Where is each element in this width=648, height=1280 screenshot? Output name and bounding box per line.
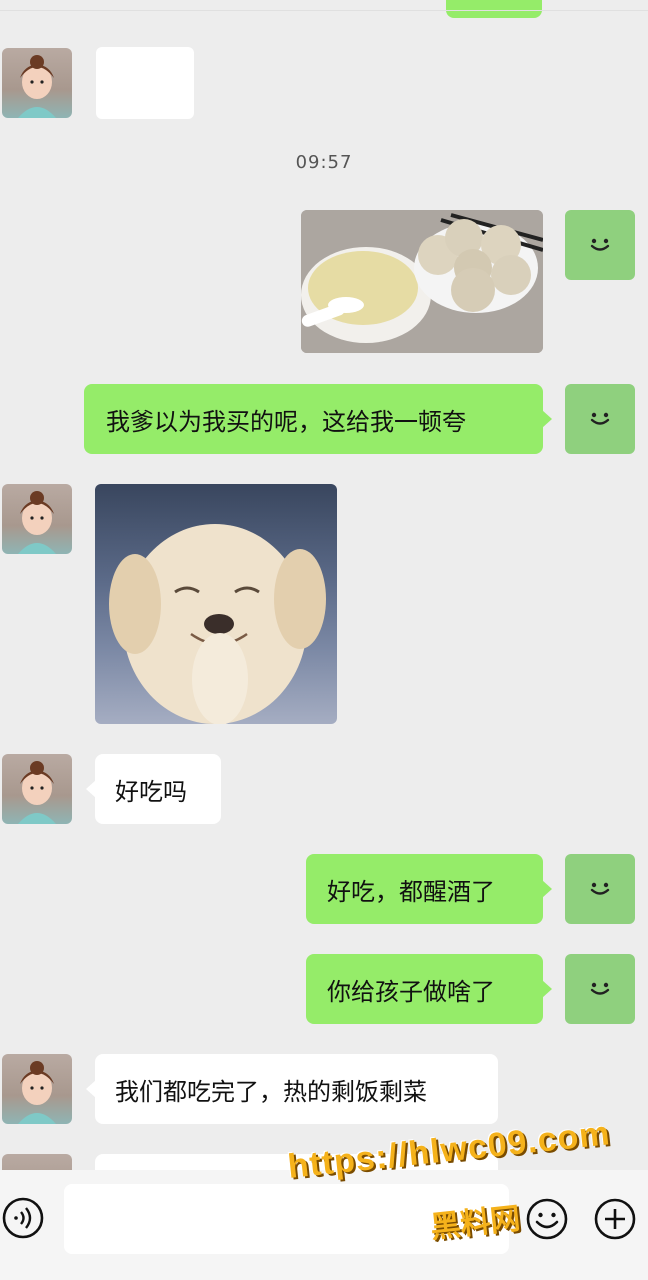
message-text: 我爹以为我买的呢，这给我一顿夸: [106, 407, 466, 436]
girl-avatar-icon: [18, 491, 56, 554]
contact-avatar[interactable]: [2, 754, 72, 824]
message-bubble[interactable]: 好吃吗: [86, 754, 221, 824]
girl-avatar-icon: [18, 1061, 56, 1124]
message-bubble[interactable]: 好吃，都醒酒了: [306, 854, 552, 924]
my-avatar[interactable]: [565, 384, 635, 454]
smile-face-icon: [590, 238, 610, 251]
puppy-sticker: [109, 524, 326, 724]
message-text: 好吃吗: [115, 777, 187, 806]
smile-face-icon: [590, 982, 610, 995]
divider: [0, 10, 648, 11]
chat-area[interactable]: 09:57 我爹以为我买的呢，这给我一顿夸 好吃吗 好吃，都醒酒了 你给孩子做啥…: [0, 0, 648, 1170]
emoji-icon[interactable]: [525, 1197, 569, 1241]
contact-avatar[interactable]: [2, 484, 72, 554]
message-bubble[interactable]: 你给孩子做啥了: [306, 954, 552, 1024]
plus-icon[interactable]: [593, 1197, 637, 1241]
my-avatar[interactable]: [565, 210, 635, 280]
message-text: 好吃，都醒酒了: [327, 877, 495, 906]
message-text: 你给孩子做啥了: [327, 977, 495, 1006]
contact-avatar[interactable]: [2, 1154, 72, 1170]
input-bar: [0, 1170, 648, 1280]
message-timestamp: 09:57: [295, 152, 353, 173]
sticker-message[interactable]: [95, 484, 337, 724]
girl-avatar-icon: [18, 55, 56, 118]
my-avatar[interactable]: [565, 854, 635, 924]
contact-avatar[interactable]: [2, 48, 72, 118]
girl-avatar-icon: [18, 761, 56, 824]
contact-avatar[interactable]: [2, 1054, 72, 1124]
previous-message-bubble[interactable]: [446, 0, 542, 18]
voice-icon[interactable]: [1, 1196, 45, 1240]
message-text: 我们都吃完了，热的剩饭剩菜: [115, 1077, 427, 1106]
image-message[interactable]: [301, 210, 543, 353]
my-avatar[interactable]: [565, 954, 635, 1024]
smile-face-icon: [590, 882, 610, 895]
message-bubble[interactable]: 我爹以为我买的呢，这给我一顿夸: [84, 384, 552, 454]
sticker-message[interactable]: [96, 47, 194, 119]
food-photo: [301, 210, 543, 353]
message-bubble[interactable]: 我们都吃完了，热的剩饭剩菜: [86, 1054, 498, 1124]
watermark-label: 黑料网: [428, 1202, 522, 1245]
smile-face-icon: [590, 412, 610, 425]
